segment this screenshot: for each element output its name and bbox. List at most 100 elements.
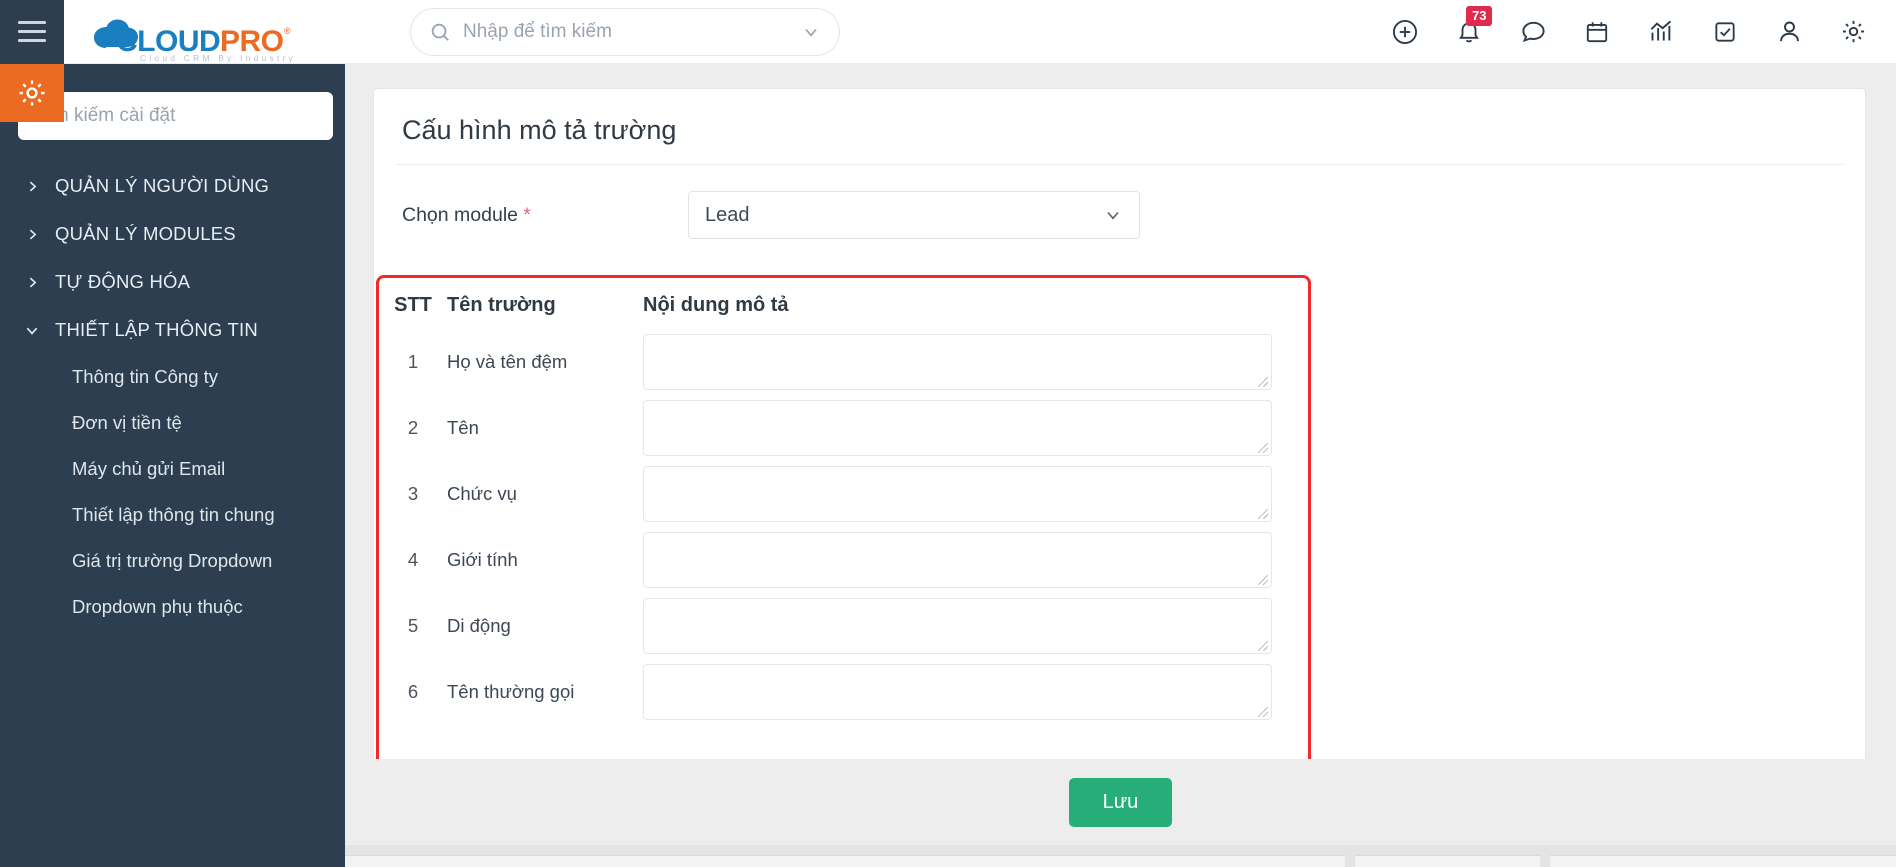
field-description-card: Cấu hình mô tả trường Chọn module * Lead xyxy=(373,88,1866,863)
row-description-cell xyxy=(643,334,1308,390)
analytics-icon[interactable] xyxy=(1644,15,1678,49)
table-row: 1 Họ và tên đệm xyxy=(379,329,1308,395)
hamburger-line xyxy=(18,21,46,24)
sidebar-item-dropdown-values[interactable]: Giá trị trường Dropdown xyxy=(0,538,345,584)
row-description-cell xyxy=(643,664,1308,720)
table-row: 2 Tên xyxy=(379,395,1308,461)
table-row: 4 Giới tính xyxy=(379,527,1308,593)
row-index: 5 xyxy=(407,615,419,636)
row-index: 3 xyxy=(407,483,419,504)
sidebar-item-general-settings[interactable]: Thiết lập thông tin chung xyxy=(0,492,345,538)
description-textarea[interactable] xyxy=(643,400,1272,456)
strip-segment xyxy=(1355,855,1540,867)
module-select-dropdown[interactable]: Lead xyxy=(688,191,1140,239)
sidebar-item-dependent-dropdown[interactable]: Dropdown phụ thuộc xyxy=(0,584,345,630)
top-bar: CLOUD PRO ® Cloud CRM By Industry Nhập đ… xyxy=(0,0,1896,64)
row-description-cell xyxy=(643,466,1308,522)
chevron-down-icon xyxy=(25,323,39,338)
row-field-name: Tên xyxy=(447,417,479,438)
table-header-row: STT Tên trường Nội dung mô tả xyxy=(379,278,1308,329)
bell-icon[interactable]: 73 xyxy=(1452,5,1493,49)
description-textarea[interactable] xyxy=(643,334,1272,390)
hamburger-icon[interactable] xyxy=(0,0,64,64)
column-header-description: Nội dung mô tả xyxy=(643,294,789,316)
chevron-down-icon[interactable] xyxy=(801,22,821,42)
cloudpro-logo[interactable]: CLOUD PRO ® Cloud CRM By Industry xyxy=(88,0,318,64)
row-field-name: Giới tính xyxy=(447,549,518,570)
strip-segment xyxy=(345,855,1345,867)
chevron-down-icon xyxy=(1107,211,1119,220)
page-title: Cấu hình mô tả trường xyxy=(402,115,677,145)
row-description-cell xyxy=(643,400,1308,456)
description-textarea[interactable] xyxy=(643,598,1272,654)
field-description-table-highlight: STT Tên trường Nội dung mô tả 1 Họ và tê… xyxy=(376,275,1311,772)
row-field-name: Tên thường gọi xyxy=(447,681,575,702)
module-label-text: Chọn module xyxy=(402,203,518,226)
chat-bubble-icon[interactable] xyxy=(1516,15,1550,49)
sidebar-group-label: THIẾT LẬP THÔNG TIN xyxy=(55,319,258,340)
settings-sidebar: Tìm kiếm cài đặt QUẢN LÝ NGƯỜI DÙNG QUẢN… xyxy=(0,64,345,867)
column-header-field-name: Tên trường xyxy=(447,294,556,316)
sidebar-item-company-info[interactable]: Thông tin Công ty xyxy=(0,354,345,400)
notification-badge: 73 xyxy=(1466,5,1493,26)
sidebar-group-information-setup[interactable]: THIẾT LẬP THÔNG TIN xyxy=(0,306,345,354)
save-button[interactable]: Lưu xyxy=(1068,777,1173,827)
description-textarea[interactable] xyxy=(643,664,1272,720)
application-window: CLOUD PRO ® Cloud CRM By Industry Nhập đ… xyxy=(0,0,1896,867)
sidebar-group-label: QUẢN LÝ MODULES xyxy=(55,223,236,244)
svg-text:®: ® xyxy=(284,26,291,36)
top-bar-icons: 73 xyxy=(1388,5,1896,49)
table-row: 5 Di động xyxy=(379,593,1308,659)
settings-gear-tab[interactable] xyxy=(0,64,64,122)
task-check-icon[interactable] xyxy=(1708,15,1742,49)
required-asterisk: * xyxy=(523,204,531,226)
main-content: Cấu hình mô tả trường Chọn module * Lead xyxy=(345,64,1896,867)
row-description-cell xyxy=(643,598,1308,654)
sidebar-menu: QUẢN LÝ NGƯỜI DÙNG QUẢN LÝ MODULES TỰ ĐỘ… xyxy=(0,140,345,630)
field-description-table: STT Tên trường Nội dung mô tả 1 Họ và tê… xyxy=(379,278,1308,725)
chevron-right-icon xyxy=(25,276,39,289)
global-search[interactable]: Nhập để tìm kiếm xyxy=(410,7,840,56)
row-description-cell xyxy=(643,532,1308,588)
logo-graphic: CLOUD PRO ® Cloud CRM By Industry xyxy=(94,19,296,63)
save-bar: Lưu xyxy=(345,759,1896,845)
calendar-icon[interactable] xyxy=(1580,15,1614,49)
row-index: 1 xyxy=(407,351,419,372)
sidebar-group-user-management[interactable]: QUẢN LÝ NGƯỜI DÙNG xyxy=(0,162,345,210)
module-select-label: Chọn module * xyxy=(402,204,688,227)
table-row: 3 Chức vụ xyxy=(379,461,1308,527)
module-select-row: Chọn module * Lead xyxy=(374,165,1865,239)
hamburger-line xyxy=(18,30,46,33)
sidebar-group-label: TỰ ĐỘNG HÓA xyxy=(55,271,191,292)
description-textarea[interactable] xyxy=(643,532,1272,588)
browser-bottom-strip xyxy=(345,845,1896,867)
sidebar-search-input[interactable]: Tìm kiếm cài đặt xyxy=(18,92,333,140)
gear-icon[interactable] xyxy=(1836,15,1870,49)
row-field-name: Chức vụ xyxy=(447,483,517,504)
user-icon[interactable] xyxy=(1772,15,1806,49)
search-icon xyxy=(431,23,449,41)
search-input[interactable]: Nhập để tìm kiếm xyxy=(463,21,789,43)
row-index: 2 xyxy=(407,417,419,438)
row-field-name: Họ và tên đệm xyxy=(447,351,568,372)
module-selected-value: Lead xyxy=(705,203,750,226)
hamburger-line xyxy=(18,39,46,42)
sidebar-group-label: QUẢN LÝ NGƯỜI DÙNG xyxy=(55,175,270,196)
description-textarea[interactable] xyxy=(643,466,1272,522)
svg-text:Cloud CRM By Industry: Cloud CRM By Industry xyxy=(140,53,296,63)
row-index: 4 xyxy=(407,549,419,570)
column-header-stt: STT xyxy=(394,294,432,316)
search-box[interactable]: Nhập để tìm kiếm xyxy=(410,7,840,56)
strip-segment xyxy=(1550,855,1896,867)
sidebar-item-currency[interactable]: Đơn vị tiền tệ xyxy=(0,400,345,446)
sidebar-item-email-server[interactable]: Máy chủ gửi Email xyxy=(0,446,345,492)
chevron-right-icon xyxy=(25,180,39,193)
table-row: 6 Tên thường gọi xyxy=(379,659,1308,725)
row-index: 6 xyxy=(407,681,419,702)
chevron-right-icon xyxy=(25,228,39,241)
sidebar-group-modules[interactable]: QUẢN LÝ MODULES xyxy=(0,210,345,258)
add-circle-icon[interactable] xyxy=(1388,15,1422,49)
sidebar-group-automation[interactable]: TỰ ĐỘNG HÓA xyxy=(0,258,345,306)
gear-icon xyxy=(19,80,45,106)
row-field-name: Di động xyxy=(447,615,511,636)
